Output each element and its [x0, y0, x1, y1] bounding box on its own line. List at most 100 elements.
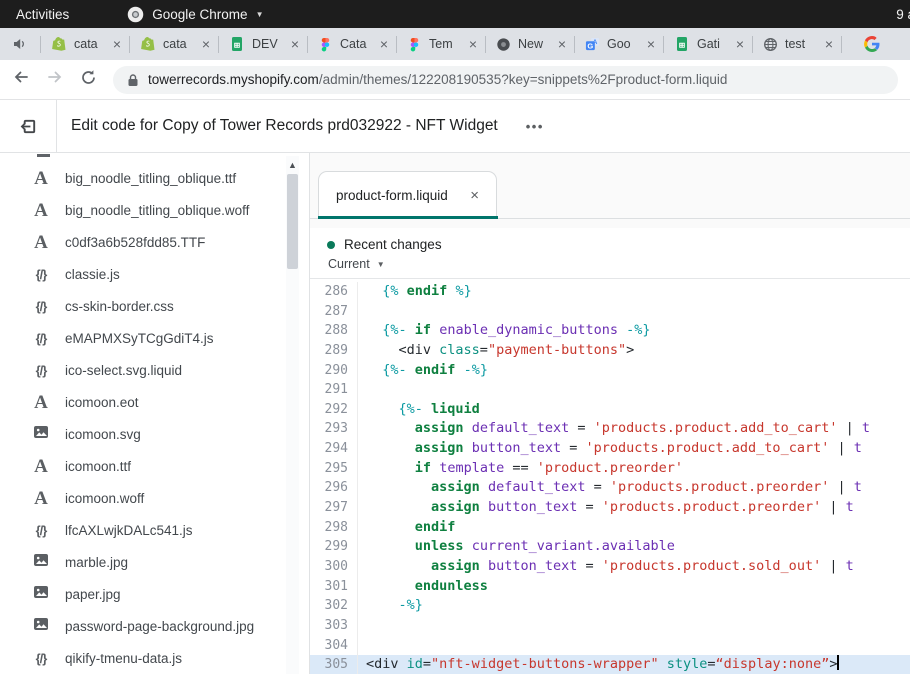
tab-close-icon[interactable]: ×	[113, 37, 121, 51]
code-line-287[interactable]: 287	[310, 302, 910, 322]
file-item-cs-skin-border.css[interactable]: {/}cs-skin-border.css	[0, 290, 309, 322]
text-cursor	[837, 655, 839, 670]
tab-close-icon[interactable]: ×	[380, 37, 388, 51]
tab-title: Tem	[429, 37, 462, 51]
file-item-icomoon.svg[interactable]: icomoon.svg	[0, 418, 309, 450]
editor-tab-product-form[interactable]: product-form.liquid ×	[318, 171, 497, 219]
tab-close-icon[interactable]: ×	[469, 37, 477, 51]
browser-tab-test[interactable]: test×	[753, 28, 841, 60]
line-number: 288	[310, 321, 358, 341]
code-line-293[interactable]: 293 assign default_text = 'products.prod…	[310, 419, 910, 439]
code-token	[366, 597, 399, 613]
scrollbar-thumb[interactable]	[287, 174, 298, 269]
file-item-ico-select.svg.liquid[interactable]: {/}ico-select.svg.liquid	[0, 354, 309, 386]
browser-tab-cata[interactable]: Cata×	[308, 28, 396, 60]
code-line-296[interactable]: 296 assign default_text = 'products.prod…	[310, 478, 910, 498]
editor-tab-close-icon[interactable]: ×	[470, 187, 479, 204]
tab-separator	[218, 36, 219, 53]
code-line-286[interactable]: 286 {% endif %}	[310, 282, 910, 302]
sidebar-scrollbar[interactable]: ▲	[286, 156, 299, 674]
code-line-292[interactable]: 292 {%- liquid	[310, 400, 910, 420]
code-line-295[interactable]: 295 if template == 'product.preorder'	[310, 459, 910, 479]
code-line-305[interactable]: 305<div id="nft-widget-buttons-wrapper" …	[310, 655, 910, 674]
tab-close-icon[interactable]: ×	[736, 37, 744, 51]
reload-button[interactable]	[80, 69, 97, 91]
code-line-294[interactable]: 294 assign button_text = 'products.produ…	[310, 439, 910, 459]
file-item-classie.js[interactable]: {/}classie.js	[0, 258, 309, 290]
browser-tab-gati[interactable]: Gati×	[664, 28, 752, 60]
version-panel: Recent changes Current ▼	[310, 228, 910, 279]
tab-close-icon[interactable]: ×	[291, 37, 299, 51]
tab-close-icon[interactable]: ×	[202, 37, 210, 51]
code-line-303[interactable]: 303	[310, 616, 910, 636]
file-item-paper.jpg[interactable]: paper.jpg	[0, 578, 309, 610]
file-item-eMAPMXSyTCgGdiT4.js[interactable]: {/}eMAPMXSyTCgGdiT4.js	[0, 322, 309, 354]
file-item-big_noodle_titling_oblique.ttf[interactable]: Abig_noodle_titling_oblique.ttf	[0, 162, 309, 194]
version-dropdown[interactable]: Current ▼	[328, 257, 910, 271]
line-number: 301	[310, 577, 358, 597]
code-text: endif	[358, 518, 910, 538]
more-actions-icon[interactable]: •••	[526, 119, 544, 134]
code-line-304[interactable]: 304	[310, 636, 910, 656]
code-line-289[interactable]: 289 <div class="payment-buttons">	[310, 341, 910, 361]
code-line-297[interactable]: 297 assign button_text = 'products.produ…	[310, 498, 910, 518]
activities-button[interactable]: Activities	[16, 7, 69, 22]
browser-tab-cata[interactable]: cata×	[130, 28, 218, 60]
file-item-qikify-tmenu-data.js[interactable]: {/}qikify-tmenu-data.js	[0, 642, 309, 674]
file-item-icomoon.woff[interactable]: Aicomoon.woff	[0, 482, 309, 514]
tab-close-icon[interactable]: ×	[558, 37, 566, 51]
code-token	[480, 479, 488, 495]
code-token	[407, 362, 415, 378]
code-text: assign default_text = 'products.product.…	[358, 419, 910, 439]
browser-tab-tem[interactable]: Tem ×	[397, 28, 485, 60]
code-line-302[interactable]: 302 -%}	[310, 596, 910, 616]
exit-code-editor-button[interactable]	[0, 100, 57, 152]
code-line-288[interactable]: 288 {%- if enable_dynamic_buttons -%}	[310, 321, 910, 341]
code-line-290[interactable]: 290 {%- endif -%}	[310, 361, 910, 381]
browser-tab-cata[interactable]: cata×	[41, 28, 129, 60]
code-token: default_text	[488, 479, 586, 495]
system-clock[interactable]: 9 a	[896, 7, 910, 22]
browser-tab-goo[interactable]: AGGoo×	[575, 28, 663, 60]
code-area[interactable]: 286 {% endif %}287288 {%- if enable_dyna…	[310, 279, 910, 674]
code-line-301[interactable]: 301 endunless	[310, 577, 910, 597]
file-item-icomoon.eot[interactable]: Aicomoon.eot	[0, 386, 309, 418]
code-token: =	[586, 479, 610, 495]
tab-close-icon[interactable]: ×	[647, 37, 655, 51]
scroll-up-arrow-icon[interactable]: ▲	[286, 156, 299, 170]
file-name: lfcAXLwjkDALc541.js	[65, 523, 193, 538]
code-line-291[interactable]: 291	[310, 380, 910, 400]
tab-close-icon[interactable]: ×	[825, 37, 833, 51]
browser-tab-google[interactable]	[842, 28, 902, 60]
app-indicator-menu[interactable]: Google Chrome ▼	[127, 6, 263, 23]
file-item-icomoon.ttf[interactable]: Aicomoon.ttf	[0, 450, 309, 482]
file-item-big_noodle_titling_oblique.woff[interactable]: Abig_noodle_titling_oblique.woff	[0, 194, 309, 226]
file-name: password-page-background.jpg	[65, 619, 254, 634]
browser-tab-new[interactable]: New×	[486, 28, 574, 60]
font-file-icon: A	[30, 233, 52, 252]
code-token: =	[577, 558, 601, 574]
code-line-298[interactable]: 298 endif	[310, 518, 910, 538]
font-file-icon: A	[30, 393, 52, 412]
file-name: paper.jpg	[65, 587, 121, 602]
line-number: 290	[310, 361, 358, 381]
browser-tab-dev[interactable]: DEV×	[219, 28, 307, 60]
file-item-password-page-background.jpg[interactable]: password-page-background.jpg	[0, 610, 309, 642]
page-body: Abig_noodle_titling_oblique.ttfAbig_nood…	[0, 153, 910, 674]
address-bar[interactable]: towerrecords.myshopify.com/admin/themes/…	[113, 66, 898, 94]
forward-button[interactable]	[46, 68, 64, 91]
back-button[interactable]	[12, 68, 30, 91]
code-token: 'products.product.preorder'	[602, 499, 821, 515]
file-item-lfcAXLwjkDALc541.js[interactable]: {/}lfcAXLwjkDALc541.js	[0, 514, 309, 546]
code-line-299[interactable]: 299 unless current_variant.available	[310, 537, 910, 557]
code-text: assign button_text = 'products.product.a…	[358, 439, 910, 459]
file-item-marble.jpg[interactable]: marble.jpg	[0, 546, 309, 578]
recent-changes-label: Recent changes	[344, 237, 442, 252]
browser-tab-speaker[interactable]	[0, 28, 40, 60]
code-text: {%- endif -%}	[358, 361, 910, 381]
shopify-icon	[51, 36, 67, 52]
file-item-c0df3a6b528fdd85.TTF[interactable]: Ac0df3a6b528fdd85.TTF	[0, 226, 309, 258]
code-line-300[interactable]: 300 assign button_text = 'products.produ…	[310, 557, 910, 577]
code-token: =	[707, 656, 715, 672]
code-token: =	[423, 656, 431, 672]
